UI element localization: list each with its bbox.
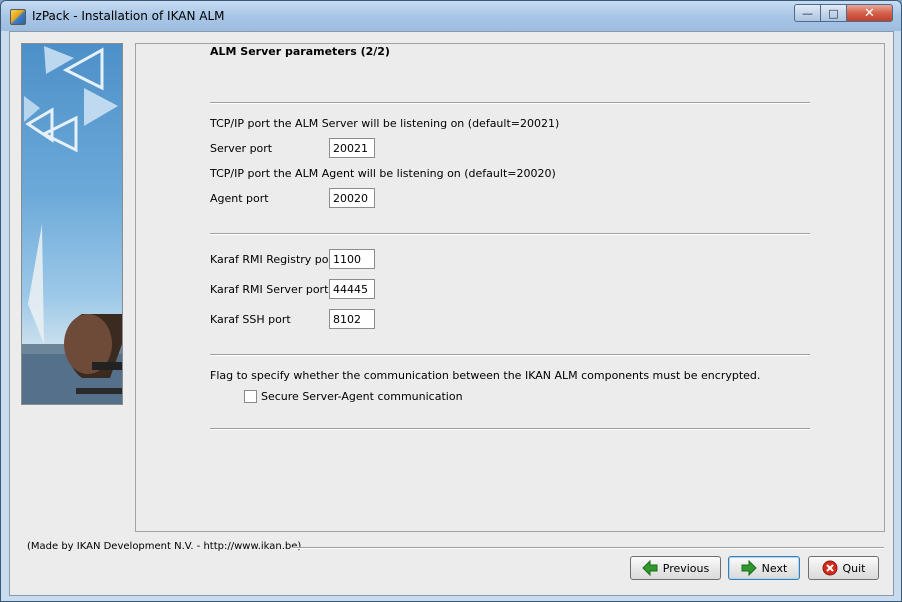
parameters-panel: ALM Server parameters (2/2) TCP/IP port … <box>135 43 885 532</box>
cancel-icon <box>822 560 837 576</box>
window-content: ALM Server parameters (2/2) TCP/IP port … <box>9 31 894 596</box>
quit-label: Quit <box>842 561 866 575</box>
server-port-input[interactable]: 20021 <box>329 138 375 158</box>
installer-window: IzPack - Installation of IKAN ALM — □ ✕ <box>0 0 902 602</box>
karaf-ssh-label: Karaf SSH port <box>210 313 291 326</box>
next-button[interactable]: Next <box>728 556 800 580</box>
arrow-left-icon <box>642 560 658 576</box>
window-title: IzPack - Installation of IKAN ALM <box>32 9 225 23</box>
karaf-rmi-server-input[interactable]: 44445 <box>329 279 375 299</box>
karaf-rmi-server-label: Karaf RMI Server port <box>210 283 329 296</box>
karaf-rmi-registry-label: Karaf RMI Registry port <box>210 253 338 266</box>
close-icon: ✕ <box>864 5 875 21</box>
encryption-description: Flag to specify whether the communicatio… <box>210 369 761 382</box>
agent-port-label: Agent port <box>210 192 269 205</box>
made-by-text: (Made by IKAN Development N.V. - http://… <box>27 541 302 552</box>
maximize-icon: □ <box>828 6 839 20</box>
separator <box>210 354 810 356</box>
server-port-label: Server port <box>210 142 273 155</box>
separator <box>210 428 810 430</box>
secure-communication-checkbox[interactable] <box>244 390 257 403</box>
title-bar[interactable]: IzPack - Installation of IKAN ALM — □ ✕ <box>1 1 901 31</box>
quit-button[interactable]: Quit <box>808 556 879 580</box>
footer-separator <box>292 547 884 549</box>
next-label: Next <box>761 561 788 575</box>
secure-communication-label[interactable]: Secure Server-Agent communication <box>261 390 463 403</box>
karaf-ssh-input[interactable]: 8102 <box>329 309 375 329</box>
server-port-description: TCP/IP port the ALM Server will be liste… <box>210 117 560 130</box>
close-button[interactable]: ✕ <box>847 4 893 22</box>
maximize-button[interactable]: □ <box>821 4 847 22</box>
sailing-image <box>21 43 123 405</box>
minimize-icon: — <box>802 6 813 20</box>
panel-title: ALM Server parameters (2/2) <box>210 45 390 58</box>
separator <box>210 233 810 235</box>
sailing-illustration <box>22 46 122 404</box>
agent-port-input[interactable]: 20020 <box>329 188 375 208</box>
arrow-right-icon <box>741 560 757 576</box>
separator <box>210 102 810 104</box>
minimize-button[interactable]: — <box>794 4 821 22</box>
karaf-rmi-registry-input[interactable]: 1100 <box>329 249 375 269</box>
app-icon <box>10 9 26 25</box>
previous-button[interactable]: Previous <box>630 556 721 580</box>
previous-label: Previous <box>662 561 710 575</box>
agent-port-description: TCP/IP port the ALM Agent will be listen… <box>210 167 556 180</box>
